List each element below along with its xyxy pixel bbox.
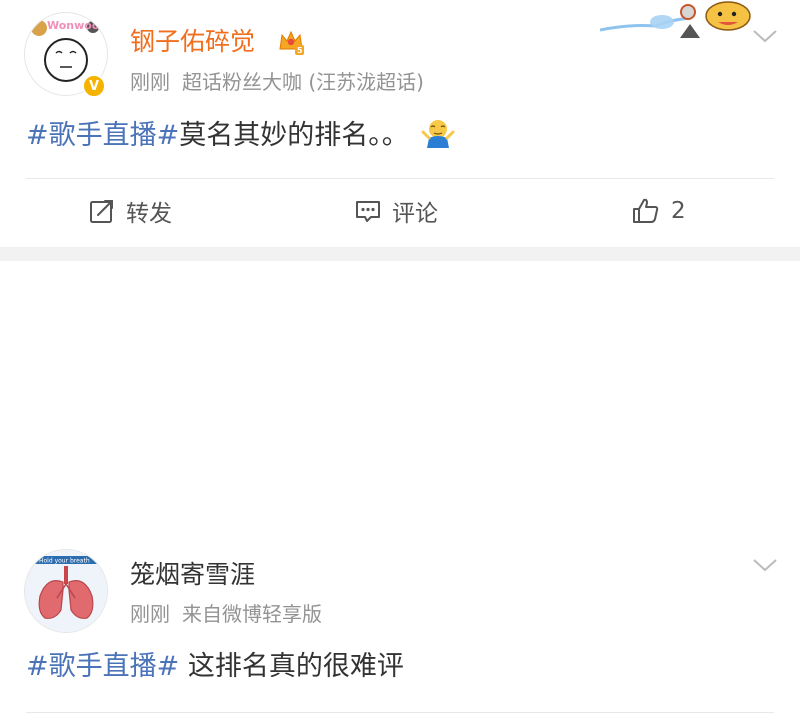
shrug-emoji-icon [421, 118, 455, 157]
like-icon [633, 198, 659, 223]
level-badge-number: 5 [297, 46, 303, 55]
post-meta: 刚刚 来自微博轻享版 [130, 602, 322, 626]
topic-link[interactable]: #歌手直播# [26, 651, 179, 682]
crown-badge-icon: 5 [277, 28, 305, 60]
comment-label: 评论 [392, 201, 438, 227]
repost-icon [90, 200, 113, 223]
repost-button[interactable]: 转发 [88, 194, 172, 228]
avatar-caption: Hold your breath [39, 558, 90, 565]
comment-icon [356, 201, 380, 222]
post-separator [0, 247, 800, 261]
post-content: #歌手直播# 这排名真的很难评 [26, 650, 404, 684]
verified-v-icon: V [82, 74, 106, 98]
post-text: 这排名真的很难评 [179, 651, 404, 682]
author-name[interactable]: 钢子佑碎觉 [130, 27, 255, 57]
comment-button[interactable]: 评论 [354, 194, 438, 228]
post-text: 莫名其妙的排名。。 [179, 120, 409, 151]
post-card: Hold your breath 笼烟寄雪涯 刚刚 来自微博轻享版 #歌手直播# … [0, 261, 800, 713]
like-count: 2 [671, 198, 686, 224]
repost-label: 转发 [126, 201, 172, 227]
avatar[interactable]: Hold your breath [24, 549, 108, 633]
chevron-down-icon[interactable] [752, 557, 778, 577]
post-source[interactable]: 来自微博轻享版 [182, 602, 322, 626]
topic-link[interactable]: #歌手直播# [26, 120, 179, 151]
author-name[interactable]: 笼烟寄雪涯 [130, 560, 255, 590]
post-source[interactable]: 超话粉丝大咖 (汪苏泷超话) [182, 70, 424, 94]
avatar-badge-text: Wonwoo [47, 19, 100, 32]
post-time: 刚刚 [130, 602, 170, 626]
post-card: Wonwoo V 钢子佑碎觉 5 刚刚超话粉丝大咖 (汪苏泷超话) #歌手直播 [0, 0, 800, 247]
like-button[interactable]: 2 [631, 194, 686, 228]
divider [26, 178, 774, 179]
post-meta: 刚刚 超话粉丝大咖 (汪苏泷超话) [130, 70, 424, 94]
decorative-mascot-illustration [599, 0, 760, 46]
post-time: 刚刚 [130, 70, 170, 94]
verified-v-label: V [88, 78, 100, 94]
chevron-down-icon[interactable] [752, 28, 778, 48]
post-content: #歌手直播#莫名其妙的排名。。 [26, 118, 455, 157]
